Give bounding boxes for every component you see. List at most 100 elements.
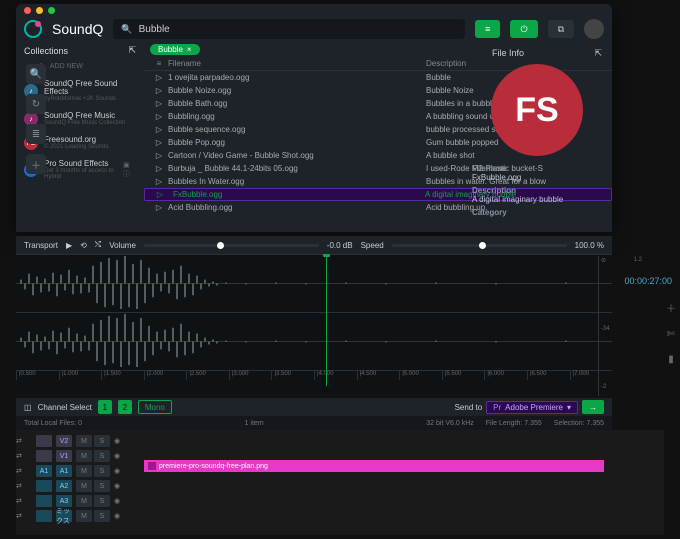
status-format: 32 bit V6.0 kHz: [426, 420, 473, 427]
speed-slider[interactable]: [392, 244, 567, 247]
max-window[interactable]: [48, 7, 55, 14]
row-play-icon[interactable]: ▷: [150, 112, 168, 121]
track-target[interactable]: A2: [56, 480, 72, 492]
track-solo[interactable]: S: [94, 435, 110, 447]
ruler-tick: |2.500: [186, 371, 229, 380]
mono-toggle[interactable]: Mono: [138, 400, 172, 414]
track-solo[interactable]: S: [94, 465, 110, 477]
user-avatar[interactable]: [584, 19, 604, 39]
ruler-tick: |5.000: [399, 371, 442, 380]
col-filename[interactable]: Filename: [168, 59, 426, 68]
channel-1[interactable]: 1: [98, 400, 112, 414]
row-play-icon[interactable]: ▷: [150, 86, 168, 95]
track-lock-icon[interactable]: ◉: [114, 452, 120, 460]
track-src[interactable]: A1: [36, 465, 52, 477]
ruler-tick: |5.500: [442, 371, 485, 380]
sendto-go[interactable]: →: [582, 400, 604, 414]
open-external-icon[interactable]: ⇱: [128, 45, 136, 56]
track-solo[interactable]: S: [94, 510, 110, 522]
filter-chip[interactable]: Bubble×: [150, 44, 200, 55]
volume-slider[interactable]: [144, 244, 319, 247]
side-cut-icon[interactable]: ✄: [667, 329, 675, 340]
sendto-select[interactable]: PrAdobe Premiere▾: [486, 401, 578, 414]
row-play-icon[interactable]: ▷: [150, 73, 168, 82]
crop-icon[interactable]: ◫: [24, 403, 32, 412]
track-mute[interactable]: M: [76, 465, 92, 477]
toolbar-button-1[interactable]: ≡: [475, 20, 500, 38]
track-target[interactable]: A1: [56, 465, 72, 477]
track-target[interactable]: ミックス: [56, 510, 72, 522]
track-solo[interactable]: S: [94, 495, 110, 507]
ruler-tick: |4.000: [314, 371, 357, 380]
playhead[interactable]: [326, 254, 327, 386]
chip-close-icon[interactable]: ×: [187, 45, 192, 54]
track-mute[interactable]: M: [76, 435, 92, 447]
close-window[interactable]: [24, 7, 31, 14]
timeline-track[interactable]: ⇄A2MS◉: [16, 479, 664, 493]
row-play-icon[interactable]: ▷: [150, 138, 168, 147]
channel-2[interactable]: 2: [118, 400, 132, 414]
left-filter-icon[interactable]: ≣: [26, 124, 46, 144]
left-plus-icon[interactable]: ＋: [26, 154, 46, 174]
waveform[interactable]: |0.500|1.000|1.500|2.000|2.500|3.000|3.5…: [16, 254, 612, 396]
search-input[interactable]: [139, 24, 458, 35]
timeline-track[interactable]: ⇄ミックスMS◉: [16, 509, 664, 523]
mini-b: -34: [601, 326, 610, 332]
track-solo[interactable]: S: [94, 480, 110, 492]
track-lock-icon[interactable]: ◉: [114, 512, 120, 520]
shuffle-button[interactable]: ⤭: [95, 240, 101, 250]
fi-filename-label: Filename: [472, 164, 602, 173]
track-src[interactable]: [36, 510, 52, 522]
track-mute[interactable]: M: [76, 450, 92, 462]
track-solo[interactable]: S: [94, 450, 110, 462]
collection-sub: SoundQ Free Music Collection: [44, 120, 125, 126]
track-src[interactable]: [36, 480, 52, 492]
mini-c: -2: [601, 384, 606, 390]
sendto-label: Send to: [455, 403, 483, 412]
file-info-expand-icon[interactable]: ⇱: [594, 48, 602, 59]
ruler-tick: |4.500: [357, 371, 400, 380]
track-src[interactable]: [36, 435, 52, 447]
track-lock-icon[interactable]: ◉: [114, 437, 120, 445]
track-lock-icon[interactable]: ◉: [114, 497, 120, 505]
row-play-icon[interactable]: ▷: [150, 99, 168, 108]
volume-label: Volume: [109, 241, 136, 250]
search-box[interactable]: 🔍: [113, 19, 465, 39]
row-filename: Bubble Pop.ogg: [168, 138, 426, 147]
track-lock-icon[interactable]: ◉: [114, 467, 120, 475]
row-play-icon[interactable]: ▷: [150, 203, 168, 212]
row-play-icon[interactable]: ▷: [150, 125, 168, 134]
track-mute[interactable]: M: [76, 510, 92, 522]
loop-button[interactable]: ⟲: [80, 241, 87, 250]
side-plus-icon[interactable]: ＋: [666, 300, 676, 315]
track-target[interactable]: V1: [56, 450, 72, 462]
row-play-icon[interactable]: ▷: [150, 151, 168, 160]
side-marker-icon[interactable]: ▮: [668, 354, 674, 365]
left-refresh-icon[interactable]: ↻: [26, 94, 46, 114]
track-mute[interactable]: M: [76, 495, 92, 507]
speed-value: 100.0 %: [575, 241, 604, 250]
row-play-icon[interactable]: ▷: [150, 164, 168, 173]
play-button[interactable]: ▶: [66, 241, 72, 250]
toolbar-button-2[interactable]: ⏻: [510, 20, 537, 38]
file-info-heading: File Info: [492, 48, 524, 59]
timeline-clip[interactable]: premiere-pro-soundq-free-plan.png: [144, 460, 604, 472]
track-target[interactable]: V2: [56, 435, 72, 447]
timeline-track[interactable]: ⇄A3MS◉: [16, 494, 664, 508]
track-src[interactable]: [36, 450, 52, 462]
channel-select-label: Channel Select: [38, 403, 92, 412]
timeline-track[interactable]: ⇄V2MS◉: [16, 434, 664, 448]
toolbar-button-3[interactable]: ⧉: [548, 20, 574, 38]
row-filename: Burbuja _ Bubble 44.1-24bits 05.ogg: [168, 164, 426, 173]
ruler-tick: |3.500: [271, 371, 314, 380]
fi-filename: FxBubble.ogg: [472, 173, 521, 182]
row-play-icon[interactable]: ▷: [151, 190, 169, 199]
collections-heading: Collections: [24, 46, 68, 56]
min-window[interactable]: [36, 7, 43, 14]
track-mute[interactable]: M: [76, 480, 92, 492]
row-play-icon[interactable]: ▷: [150, 177, 168, 186]
ruler-tick: |2.000: [144, 371, 187, 380]
left-search-icon[interactable]: 🔍: [26, 64, 46, 84]
track-lock-icon[interactable]: ◉: [114, 482, 120, 490]
track-src[interactable]: [36, 495, 52, 507]
